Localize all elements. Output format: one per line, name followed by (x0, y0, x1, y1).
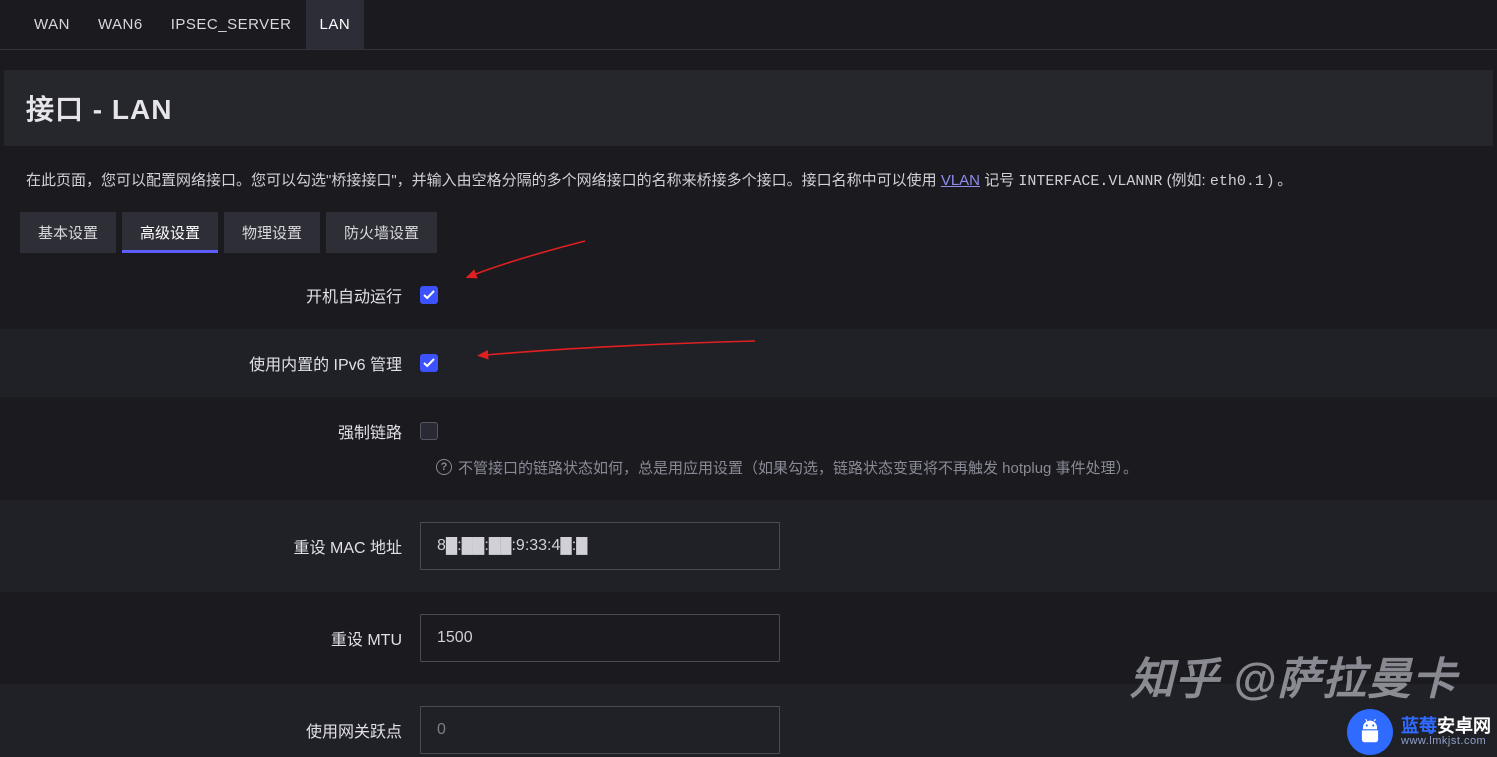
label-gw-metric: 使用网关跃点 (0, 718, 420, 742)
input-mtu-reset[interactable] (420, 614, 780, 662)
label-force-link: 强制链路 (0, 419, 420, 443)
form-area: 开机自动运行 使用内置的 IPv6 管理 强制链路 ? 不 (0, 261, 1497, 757)
tab-wan[interactable]: WAN (20, 0, 84, 49)
desc-text-postb: (例如: (1167, 172, 1210, 189)
label-auto-start: 开机自动运行 (0, 283, 420, 307)
desc-code2: eth0.1 (1210, 173, 1264, 190)
page-description: 在此页面，您可以配置网络接口。您可以勾选"桥接接口"，并输入由空格分隔的多个网络… (0, 146, 1497, 212)
tab-lan[interactable]: LAN (306, 0, 365, 49)
tab-firewall-settings[interactable]: 防火墙设置 (326, 212, 437, 253)
desc-text-posta: 记号 (984, 172, 1018, 189)
settings-tabs: 基本设置 高级设置 物理设置 防火墙设置 (0, 212, 1497, 253)
vlan-link[interactable]: VLAN (941, 172, 980, 189)
hint-force-link: ? 不管接口的链路状态如何，总是用应用设置（如果勾选，链路状态变更将不再触发 h… (436, 457, 1497, 478)
input-gw-metric[interactable] (420, 706, 780, 754)
page-title: 接口 - LAN (4, 70, 1493, 146)
label-mtu-reset: 重设 MTU (0, 626, 420, 650)
desc-text-pre: 在此页面，您可以配置网络接口。您可以勾选"桥接接口"，并输入由空格分隔的多个网络… (26, 172, 941, 189)
label-mac-reset: 重设 MAC 地址 (0, 534, 420, 558)
checkbox-ipv6-builtin[interactable] (420, 354, 438, 372)
row-mac-reset: 重设 MAC 地址 (0, 500, 1497, 592)
interface-tabs: WAN WAN6 IPSEC_SERVER LAN (0, 0, 1497, 50)
desc-text-postc: ) 。 (1268, 172, 1292, 189)
row-mtu-reset: 重设 MTU (0, 592, 1497, 684)
tab-advanced-settings[interactable]: 高级设置 (122, 212, 218, 253)
row-ipv6-builtin: 使用内置的 IPv6 管理 (0, 329, 1497, 397)
input-mac-reset[interactable] (420, 522, 780, 570)
hint-force-link-text: 不管接口的链路状态如何，总是用应用设置（如果勾选，链路状态变更将不再触发 hot… (458, 457, 1138, 478)
tab-basic-settings[interactable]: 基本设置 (20, 212, 116, 253)
row-auto-start: 开机自动运行 (0, 261, 1497, 329)
row-gw-metric: 使用网关跃点 (0, 684, 1497, 757)
tab-wan6[interactable]: WAN6 (84, 0, 157, 49)
checkbox-auto-start[interactable] (420, 286, 438, 304)
row-force-link: 强制链路 ? 不管接口的链路状态如何，总是用应用设置（如果勾选，链路状态变更将不… (0, 397, 1497, 500)
tab-ipsec-server[interactable]: IPSEC_SERVER (157, 0, 306, 49)
checkbox-force-link[interactable] (420, 422, 438, 440)
info-icon: ? (436, 459, 452, 475)
desc-code: INTERFACE.VLANNR (1018, 173, 1162, 190)
tab-physical-settings[interactable]: 物理设置 (224, 212, 320, 253)
label-ipv6-builtin: 使用内置的 IPv6 管理 (0, 351, 420, 375)
